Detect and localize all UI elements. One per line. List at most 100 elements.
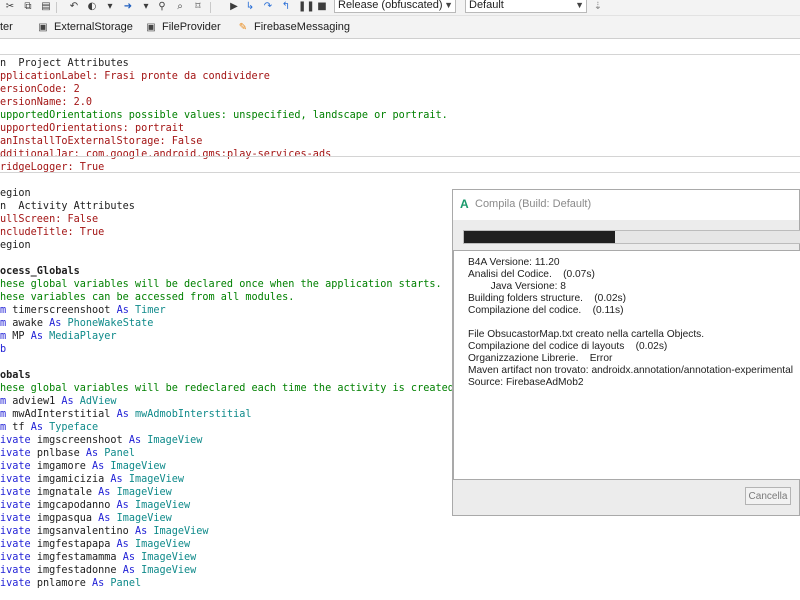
code-token: ivate [0,500,37,511]
stop-icon[interactable]: ■ [316,1,328,13]
dialog-title: Compila (Build: Default) [475,198,592,210]
run-icon[interactable]: ▶ [228,1,240,13]
platform-value: Default [469,0,504,11]
code-token: imgfestadonne [36,565,123,576]
build-log[interactable]: B4A Versione: 11.20 Analisi del Codice. (… [453,250,800,480]
code-token: n Activity Attributes [0,201,135,212]
build-config-select[interactable]: Release (obfuscated) ▼ [334,0,456,13]
chevron-down-icon[interactable]: ▾ [104,1,116,13]
code-token: n Project Attributes [0,58,129,69]
tab-label: ter [0,21,13,33]
code-line: m timerscreenshoot As Timer [0,304,166,317]
code-token: ncludeTitle: [0,227,80,238]
undo-icon[interactable]: ↶ [68,1,80,13]
code-line: hese global variables will be declared o… [0,278,442,291]
code-token: m [0,422,13,433]
code-token: m [0,396,13,407]
tab-label: FileProvider [162,21,221,33]
code-line: ivate imgcapodanno As ImageView [0,499,190,512]
code-token: ImageView [116,513,172,524]
code-line: ivate imgpasqua As ImageView [0,512,172,525]
code-line: m awake As PhoneWakeState [0,317,153,330]
code-line: ivate imgfestadonne As ImageView [0,564,196,577]
code-line: ivate imgamicizia As ImageView [0,473,184,486]
code-token: pnlbase [36,448,86,459]
code-token: b [0,344,7,355]
code-line: ivate pnlamore As Panel [0,577,141,590]
copy-icon[interactable]: ⧉ [22,1,34,13]
tab-fileprovider[interactable]: ▣ FileProvider [144,16,221,38]
code-line: n Project Attributes [0,57,129,70]
toolbar-separator [56,2,57,13]
code-token: MP [12,331,31,342]
code-token: dditionalJar: [0,149,86,160]
code-token: egion [0,240,31,251]
code-line: hese variables can be accessed from all … [0,291,294,304]
code-line: ivate pnlbase As Panel [0,447,135,460]
code-token: Panel [110,578,142,589]
search-icon[interactable]: ⚲ [156,1,168,13]
scissors-icon[interactable]: ✂ [4,1,16,13]
code-token: As [92,461,111,472]
module-icon: ▣ [146,22,156,33]
cancel-button[interactable]: Cancella [745,487,791,505]
step-out-icon[interactable]: ↰ [280,1,292,13]
tab-main[interactable]: ter [0,16,13,38]
chevron-down-icon[interactable]: ▾ [140,1,152,13]
find-replace-icon[interactable]: ⌕ [174,1,186,13]
step-over-icon[interactable]: ↷ [262,1,274,13]
platform-select[interactable]: Default ▼ [465,0,587,13]
code-line: ullScreen: False [0,213,98,226]
dialog-titlebar[interactable]: A Compila (Build: Default) [453,190,799,220]
code-line: n Activity Attributes [0,200,135,213]
code-token: As [98,513,117,524]
paste-icon[interactable]: ▤ [40,1,52,13]
overflow-icon[interactable]: ⇣ [592,1,604,13]
code-line: egion [0,187,31,200]
tab-label: ExternalStorage [54,21,133,33]
code-token: Timer [134,305,166,316]
code-token: upportedOrientations possible values: un… [0,110,448,121]
code-token: anInstallToExternalStorage: [0,136,172,147]
code-token: pnlamore [36,578,93,589]
code-line: ersionName: 2.0 [0,96,92,109]
code-token: ivate [0,474,37,485]
code-token: hese global variables will be declared o… [0,279,442,290]
code-token: m [0,318,13,329]
region-separator [0,156,800,157]
code-token: As [98,487,117,498]
build-config-value: Release (obfuscated) [338,0,443,11]
code-token: imgnatale [36,487,99,498]
code-line: b [0,343,6,356]
code-token: ImageView [134,539,191,550]
code-line: upportedOrientations: portrait [0,122,184,135]
back-icon[interactable]: ◐ [86,1,98,13]
code-token: As [116,500,135,511]
progress-fill [464,231,615,243]
bookmark-icon[interactable]: ⌑ [192,1,204,13]
code-token: As [85,448,105,459]
code-token: ersionName: [0,97,74,108]
toolbar-separator [210,2,211,13]
code-token: ImageView [128,474,185,485]
code-line: m adview1 As AdView [0,395,117,408]
code-token: As [30,331,50,342]
code-token: mwAdInterstitial [12,409,117,420]
log-line: Analisi del Codice. (0.07s) [468,269,595,280]
chevron-down-icon: ▼ [575,0,584,10]
code-token: MediaPlayer [49,331,117,342]
code-token: mwAdmobInterstitial [134,409,252,420]
code-line: pplicationLabel: Frasi pronte da condivi… [0,70,270,83]
code-token: imgscreenshoot [36,435,129,446]
code-token: ivate [0,539,37,550]
pause-icon[interactable]: ❚❚ [298,1,315,13]
tab-externalstorage[interactable]: ▣ ExternalStorage [36,16,133,38]
forward-icon[interactable]: ➜ [122,1,134,13]
code-token: hese variables can be accessed from all … [0,292,295,303]
code-token: False [171,136,203,147]
step-into-icon[interactable]: ↳ [244,1,256,13]
tab-firebasemessaging[interactable]: ✎ FirebaseMessaging [236,16,350,38]
code-line: ivate imgfestamamma As ImageView [0,551,196,564]
code-token: As [92,578,111,589]
code-token: As [128,435,148,446]
